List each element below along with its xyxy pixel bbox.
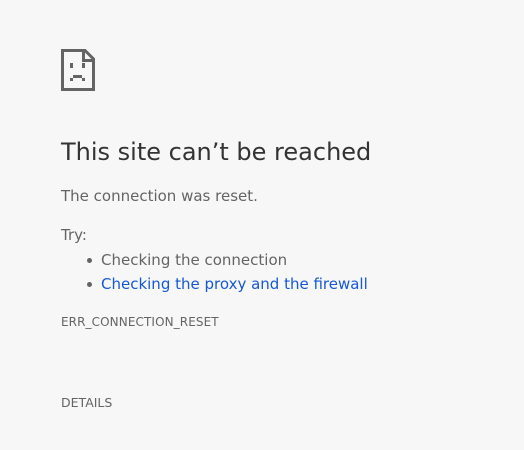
error-page: This site can’t be reached The connectio… xyxy=(61,0,501,450)
sad-document-icon xyxy=(61,49,95,91)
check-proxy-firewall-link[interactable]: Checking the proxy and the firewall xyxy=(101,275,368,293)
suggestions-list: Checking the connection Checking the pro… xyxy=(87,248,368,296)
try-label: Try: xyxy=(61,226,87,244)
suggestion-check-connection: Checking the connection xyxy=(87,248,368,272)
page-title: This site can’t be reached xyxy=(61,138,372,166)
suggestion-check-proxy-firewall: Checking the proxy and the firewall xyxy=(87,272,368,296)
suggestion-label: Checking the connection xyxy=(101,251,288,269)
error-summary: The connection was reset. xyxy=(61,187,258,205)
error-code: ERR_CONNECTION_RESET xyxy=(61,315,219,329)
details-button[interactable]: DETAILS xyxy=(61,395,112,411)
